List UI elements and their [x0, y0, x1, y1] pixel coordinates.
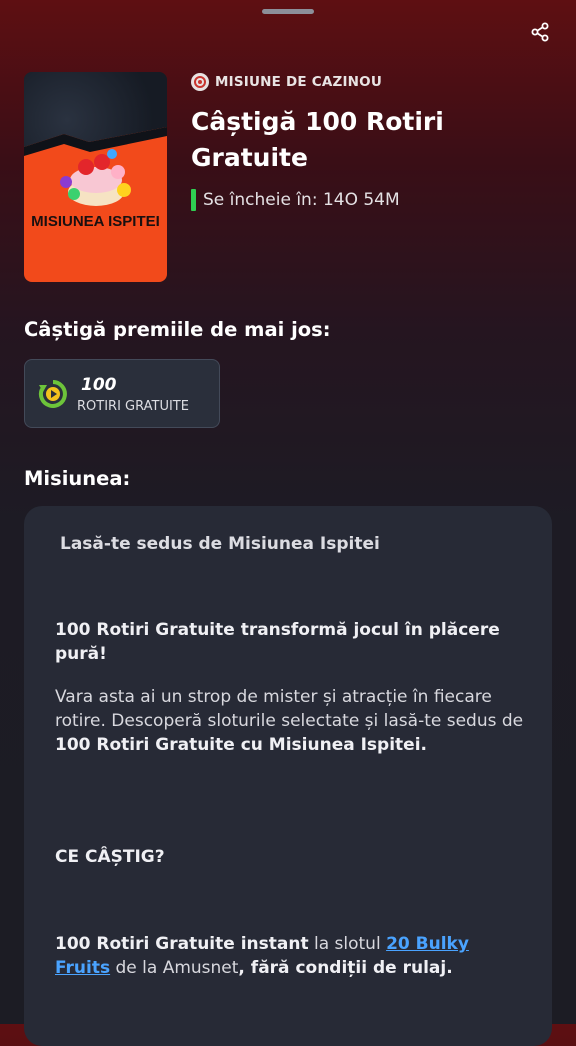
category-label: MISIUNE DE CAZINOU	[215, 74, 383, 90]
share-icon[interactable]	[530, 22, 552, 42]
prize-card[interactable]: 100 ROTIRI GRATUITE	[24, 359, 220, 428]
reward-bold: 100 Rotiri Gratuite instant	[55, 934, 309, 954]
thumbnail-art: MISIUNEA ISPITEI	[24, 127, 167, 282]
free-spins-icon	[38, 380, 67, 408]
mission-title: Câștigă 100 Rotiri Gratuite	[191, 107, 444, 172]
drag-handle[interactable]	[262, 9, 314, 14]
reward-conditions: , fără condiții de rulaj.	[238, 958, 453, 978]
countdown: Se încheie în: 14O 54M	[191, 189, 400, 211]
reward-description: 100 Rotiri Gratuite instant la slotul 20…	[55, 932, 525, 980]
mission-intro: 100 Rotiri Gratuite transformă jocul în …	[55, 618, 525, 666]
mission-description: Vara asta ai un strop de mister și atrac…	[55, 685, 525, 757]
faq-question-text: CE CÂȘTIG?	[55, 847, 165, 867]
prizes-heading: Câștigă premiile de mai jos:	[24, 318, 331, 341]
mission-subtitle: Lasă-te sedus de Misiunea Ispitei	[60, 534, 380, 554]
mission-intro-text: 100 Rotiri Gratuite transformă jocul în …	[55, 620, 500, 664]
mission-description-text: Vara asta ai un strop de mister și atrac…	[55, 687, 524, 731]
mission-description-bold: 100 Rotiri Gratuite cu Misiunea Ispitei.	[55, 735, 427, 755]
mission-heading: Misiunea:	[24, 467, 131, 490]
mission-card: Lasă-te sedus de Misiunea Ispitei 100 Ro…	[24, 506, 552, 1046]
faq-question: CE CÂȘTIG?	[55, 845, 525, 869]
reward-provider: de la Amusnet	[110, 958, 239, 978]
thumbnail-title: MISIUNEA ISPITEI	[31, 213, 160, 230]
prize-amount: 100	[81, 375, 117, 395]
reward-text: la slotul	[308, 934, 387, 954]
prize-label: ROTIRI GRATUITE	[77, 399, 189, 414]
category-badge: MISIUNE DE CAZINOU	[191, 73, 382, 91]
countdown-label: Se încheie în: 14O 54M	[203, 190, 400, 210]
status-bar	[191, 189, 196, 211]
target-icon	[191, 73, 209, 91]
mission-thumbnail: MISIUNEA ISPITEI	[24, 72, 167, 282]
